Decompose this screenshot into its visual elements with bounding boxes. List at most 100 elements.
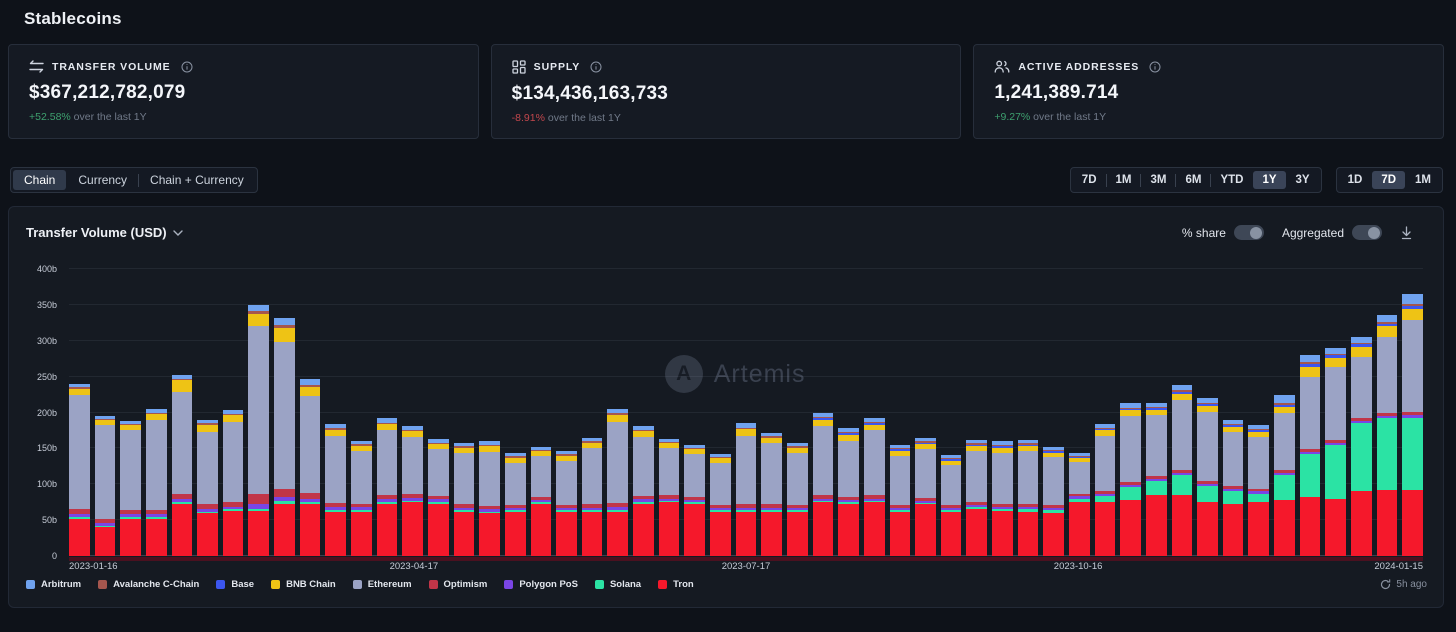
range-1m[interactable]: 1M [1406, 171, 1440, 189]
bar-2023-07-10[interactable] [710, 269, 731, 556]
range-7d[interactable]: 7D [1372, 171, 1405, 189]
segment-ethereum [813, 426, 834, 495]
bar-2023-09-04[interactable] [915, 269, 936, 556]
bar-2023-02-13[interactable] [172, 269, 193, 556]
range-7d[interactable]: 7D [1073, 171, 1106, 189]
bar-2023-11-20[interactable] [1197, 269, 1218, 556]
segment-ethereum [1120, 416, 1141, 482]
legend-item-arbitrum[interactable]: Arbitrum [26, 579, 81, 590]
bar-2023-05-08[interactable] [479, 269, 500, 556]
bar-2023-06-05[interactable] [582, 269, 603, 556]
bar-2023-07-31[interactable] [787, 269, 808, 556]
range-3m[interactable]: 3M [1141, 171, 1175, 189]
bar-2023-03-20[interactable] [300, 269, 321, 556]
bars-container [69, 269, 1423, 556]
bar-2023-04-03[interactable] [351, 269, 372, 556]
segment-solana [1325, 445, 1346, 499]
bar-2023-09-18[interactable] [966, 269, 987, 556]
bar-2023-04-24[interactable] [428, 269, 449, 556]
bar-2023-10-16[interactable] [1069, 269, 1090, 556]
bar-2023-05-29[interactable] [556, 269, 577, 556]
bar-2023-08-28[interactable] [890, 269, 911, 556]
range-ytd[interactable]: YTD [1211, 171, 1252, 189]
segment-ethereum [402, 437, 423, 494]
refresh-icon [1380, 579, 1391, 590]
legend-item-avalanche-c-chain[interactable]: Avalanche C-Chain [98, 579, 199, 590]
tab-chain[interactable]: Chain [13, 170, 66, 190]
bar-2023-10-02[interactable] [1018, 269, 1039, 556]
aggregated-toggle[interactable] [1352, 225, 1382, 240]
legend-item-base[interactable]: Base [216, 579, 254, 590]
bar-2023-05-01[interactable] [454, 269, 475, 556]
delta-percent: +52.58% [29, 111, 71, 123]
bar-2023-05-22[interactable] [531, 269, 552, 556]
range-1d[interactable]: 1D [1339, 171, 1372, 189]
bar-2023-02-27[interactable] [223, 269, 244, 556]
segment-bnb-chain [300, 387, 321, 396]
legend-item-solana[interactable]: Solana [595, 579, 641, 590]
bar-2023-03-27[interactable] [325, 269, 346, 556]
bar-2023-06-12[interactable] [607, 269, 628, 556]
range-3y[interactable]: 3Y [1287, 171, 1319, 189]
legend-item-tron[interactable]: Tron [658, 579, 694, 590]
bar-2023-10-09[interactable] [1043, 269, 1064, 556]
bar-2023-03-06[interactable] [248, 269, 269, 556]
bar-2023-04-17[interactable] [402, 269, 423, 556]
segment-ethereum [915, 449, 936, 498]
legend-item-polygon-pos[interactable]: Polygon PoS [504, 579, 578, 590]
bar-2023-05-15[interactable] [505, 269, 526, 556]
segment-tron [1248, 502, 1269, 556]
bar-2023-07-24[interactable] [761, 269, 782, 556]
bar-2023-07-17[interactable] [736, 269, 757, 556]
bar-2023-02-06[interactable] [146, 269, 167, 556]
refresh-status[interactable]: 5h ago [1380, 579, 1427, 590]
bar-2023-06-26[interactable] [659, 269, 680, 556]
bar-2023-12-18[interactable] [1300, 269, 1321, 556]
legend-item-ethereum[interactable]: Ethereum [353, 579, 412, 590]
range-6m[interactable]: 6M [1176, 171, 1210, 189]
segment-ethereum [120, 430, 141, 510]
legend-item-optimism[interactable]: Optimism [429, 579, 488, 590]
info-icon[interactable] [590, 61, 602, 73]
bar-2024-01-08[interactable] [1377, 269, 1398, 556]
bar-2024-01-01[interactable] [1351, 269, 1372, 556]
delta-suffix: over the last 1Y [545, 112, 621, 124]
plot: A Artemis [69, 269, 1423, 556]
download-icon[interactable] [1400, 226, 1413, 240]
segment-arbitrum [1377, 315, 1398, 322]
bar-2023-02-20[interactable] [197, 269, 218, 556]
bar-2023-09-11[interactable] [941, 269, 962, 556]
range-1y[interactable]: 1Y [1253, 171, 1285, 189]
bar-2023-12-04[interactable] [1248, 269, 1269, 556]
bar-2023-11-27[interactable] [1223, 269, 1244, 556]
bar-2023-11-13[interactable] [1172, 269, 1193, 556]
bar-2023-03-13[interactable] [274, 269, 295, 556]
bar-2023-08-14[interactable] [838, 269, 859, 556]
segment-ethereum [1043, 457, 1064, 505]
info-icon[interactable] [1149, 61, 1161, 73]
bar-2023-11-06[interactable] [1146, 269, 1167, 556]
bar-2023-01-30[interactable] [120, 269, 141, 556]
tab-chain-currency[interactable]: Chain + Currency [139, 170, 255, 190]
bar-2023-08-07[interactable] [813, 269, 834, 556]
y-tick-label: 150b [37, 443, 57, 453]
bar-2023-07-03[interactable] [684, 269, 705, 556]
bar-2023-10-30[interactable] [1120, 269, 1141, 556]
tab-currency[interactable]: Currency [67, 170, 138, 190]
bar-2023-04-10[interactable] [377, 269, 398, 556]
share-toggle[interactable] [1234, 225, 1264, 240]
bar-2023-10-23[interactable] [1095, 269, 1116, 556]
bar-2023-01-16[interactable] [69, 269, 90, 556]
range-1m[interactable]: 1M [1107, 171, 1141, 189]
legend-swatch [26, 580, 35, 589]
bar-2023-01-23[interactable] [95, 269, 116, 556]
chart-metric-selector[interactable]: Transfer Volume (USD) [26, 225, 183, 240]
bar-2024-01-15[interactable] [1402, 269, 1423, 556]
bar-2023-12-25[interactable] [1325, 269, 1346, 556]
bar-2023-09-25[interactable] [992, 269, 1013, 556]
bar-2023-08-21[interactable] [864, 269, 885, 556]
bar-2023-06-19[interactable] [633, 269, 654, 556]
bar-2023-12-11[interactable] [1274, 269, 1295, 556]
legend-item-bnb-chain[interactable]: BNB Chain [271, 579, 336, 590]
info-icon[interactable] [181, 61, 193, 73]
